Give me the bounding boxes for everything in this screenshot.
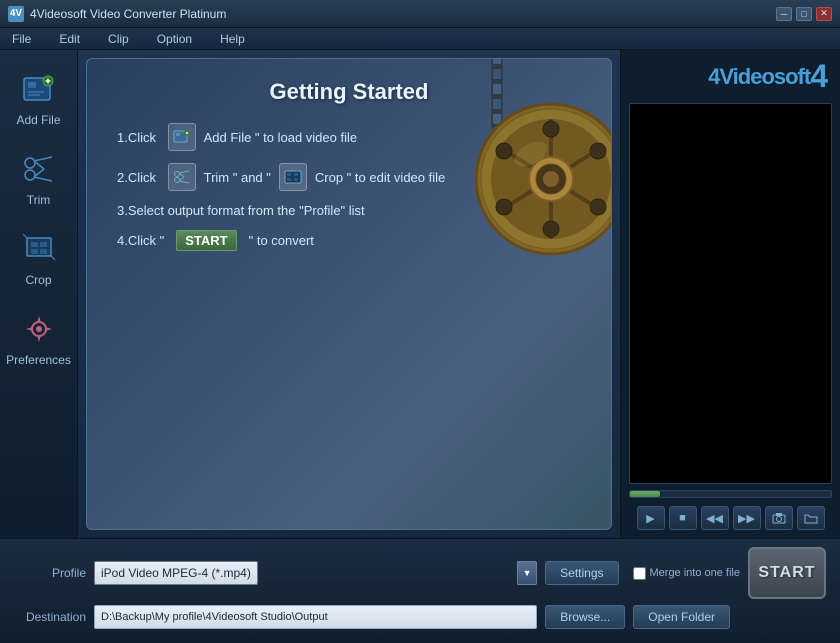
- bottom-bar: Profile iPod Video MPEG-4 (*.mp4) ▼ Sett…: [0, 538, 840, 643]
- preferences-icon: [21, 311, 57, 347]
- sidebar: Add File Trim: [0, 50, 78, 538]
- menu-file[interactable]: File: [8, 30, 35, 48]
- crop-icon: [21, 231, 57, 267]
- start-button[interactable]: START: [748, 547, 826, 599]
- main-area: Add File Trim: [0, 50, 840, 538]
- content-area: Getting Started 1.Click Add File " to lo…: [78, 50, 620, 538]
- trim-icon: [21, 151, 57, 187]
- select-arrow-icon: ▼: [517, 561, 537, 585]
- menu-clip[interactable]: Clip: [104, 30, 133, 48]
- menu-option[interactable]: Option: [153, 30, 196, 48]
- brand-name: 4Videosoft: [708, 64, 810, 90]
- sidebar-item-trim[interactable]: Trim: [5, 140, 73, 218]
- start-badge: START: [176, 230, 236, 251]
- preview-panel: 4Videosoft 4 ▶ ■ ◀◀ ▶▶: [620, 50, 840, 538]
- sidebar-add-file-label: Add File: [16, 113, 60, 127]
- progress-fill: [630, 491, 660, 497]
- window-title: 4Videosoft Video Converter Platinum: [30, 7, 776, 21]
- trim-step-icon: [168, 163, 196, 191]
- playback-controls: ▶ ■ ◀◀ ▶▶: [629, 506, 832, 530]
- sidebar-item-crop[interactable]: Crop: [5, 220, 73, 298]
- snapshot-button[interactable]: [765, 506, 793, 530]
- brand-number: 4: [810, 58, 828, 95]
- sidebar-preferences-label: Preferences: [6, 353, 71, 367]
- film-reel-decoration: [431, 58, 612, 269]
- profile-select[interactable]: iPod Video MPEG-4 (*.mp4): [94, 561, 258, 585]
- merge-checkbox[interactable]: [633, 567, 646, 580]
- video-preview-area: [629, 103, 832, 484]
- menu-edit[interactable]: Edit: [55, 30, 84, 48]
- profile-select-wrapper: iPod Video MPEG-4 (*.mp4) ▼: [94, 561, 537, 585]
- forward-button[interactable]: ▶▶: [733, 506, 761, 530]
- play-button[interactable]: ▶: [637, 506, 665, 530]
- settings-button[interactable]: Settings: [545, 561, 618, 585]
- browse-button[interactable]: Browse...: [545, 605, 625, 629]
- add-file-step-icon: [168, 123, 196, 151]
- brand-area: 4Videosoft 4: [629, 58, 832, 95]
- close-button[interactable]: ✕: [816, 7, 832, 21]
- titlebar: 4V 4Videosoft Video Converter Platinum ─…: [0, 0, 840, 28]
- add-file-icon: [21, 71, 57, 107]
- progress-bar: [629, 490, 832, 498]
- menu-help[interactable]: Help: [216, 30, 249, 48]
- sidebar-crop-label: Crop: [25, 273, 51, 287]
- window-controls: ─ □ ✕: [776, 7, 832, 21]
- merge-label-text: Merge into one file: [650, 567, 741, 579]
- getting-started-panel: Getting Started 1.Click Add File " to lo…: [86, 58, 612, 530]
- crop-step-icon: [279, 163, 307, 191]
- merge-checkbox-label[interactable]: Merge into one file: [633, 567, 741, 580]
- sidebar-trim-label: Trim: [27, 193, 51, 207]
- open-folder-button[interactable]: Open Folder: [633, 605, 730, 629]
- rewind-button[interactable]: ◀◀: [701, 506, 729, 530]
- destination-input[interactable]: [94, 605, 537, 629]
- destination-label: Destination: [14, 610, 86, 624]
- open-folder-control-button[interactable]: [797, 506, 825, 530]
- profile-label: Profile: [14, 566, 86, 580]
- app-icon: 4V: [8, 6, 24, 22]
- minimize-button[interactable]: ─: [776, 7, 792, 21]
- profile-row: Profile iPod Video MPEG-4 (*.mp4) ▼ Sett…: [14, 547, 826, 599]
- stop-button[interactable]: ■: [669, 506, 697, 530]
- menubar: File Edit Clip Option Help: [0, 28, 840, 50]
- sidebar-item-add-file[interactable]: Add File: [5, 60, 73, 138]
- maximize-button[interactable]: □: [796, 7, 812, 21]
- sidebar-item-preferences[interactable]: Preferences: [5, 300, 73, 378]
- destination-row: Destination Browse... Open Folder: [14, 605, 826, 629]
